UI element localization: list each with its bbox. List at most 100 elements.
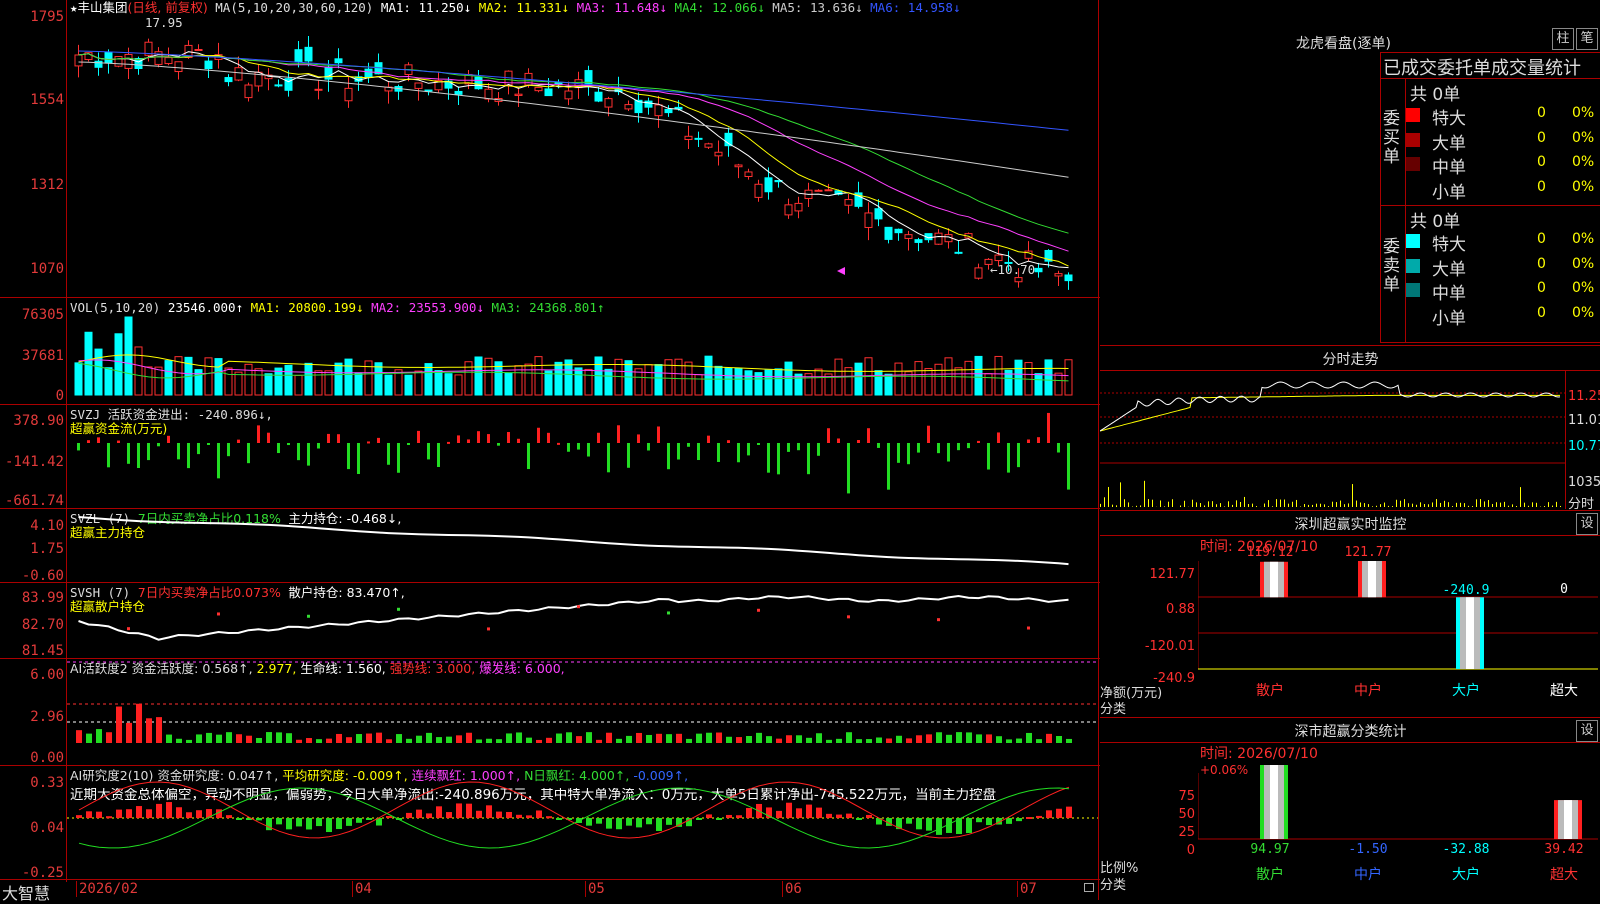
volume-bar — [245, 364, 252, 395]
sz-monitor-panel: 时间: 2026/07/10 121.77 0.88 -120.01 -240.… — [1100, 536, 1600, 716]
buy-order-label: 委买单 — [1383, 110, 1401, 167]
volume-tick — [1544, 506, 1545, 507]
activity-bar — [516, 732, 522, 743]
color-swatch — [1406, 259, 1420, 273]
order-row: 大单00% — [1406, 129, 1600, 151]
activity-bar — [886, 739, 892, 743]
volume-tick — [1476, 499, 1477, 507]
ma5-value: 13.636↓ — [810, 0, 863, 15]
sz-class-chart[interactable]: 94.97散户-1.50中户-32.88大户39.42超大 — [1198, 743, 1598, 900]
volume-bar — [695, 375, 702, 395]
flow-bar — [397, 443, 400, 473]
candle — [515, 94, 522, 95]
volume-tick — [1372, 506, 1373, 507]
volume-tick — [1240, 502, 1241, 507]
research-bar — [906, 818, 912, 824]
main-holding-chart[interactable] — [67, 509, 1098, 582]
volume-tick — [1100, 504, 1101, 507]
sz-class-settings-button[interactable]: 设 — [1576, 720, 1598, 742]
candle — [935, 233, 942, 244]
retail-holding-chart[interactable] — [67, 583, 1098, 658]
ai-activity-chart[interactable]: ↑↑ — [67, 659, 1098, 765]
volume-tick — [1536, 503, 1537, 507]
lock-icon[interactable] — [1084, 883, 1094, 892]
volume-tick — [1328, 506, 1329, 507]
volume-tick — [1404, 499, 1405, 507]
volume-bar — [485, 358, 492, 395]
order-row: 大单00% — [1406, 255, 1600, 277]
color-swatch — [1406, 234, 1420, 248]
holding-dot — [937, 618, 940, 621]
volume-bar — [375, 363, 382, 395]
vol-ma1: MA1: 20800.199↓ — [251, 300, 364, 315]
chart-area[interactable]: ★丰山集团(日线, 前复权) MA(5,10,20,30,60,120) MA1… — [0, 0, 1100, 900]
candle — [695, 138, 702, 139]
flow-bar — [817, 443, 820, 456]
svsh-axis-3: 81.45 — [0, 644, 64, 658]
ai-research-chart[interactable] — [67, 766, 1098, 879]
flow-bar — [117, 441, 120, 443]
volume-tick — [1524, 503, 1525, 507]
intraday-chart[interactable] — [1100, 371, 1565, 509]
research-bar — [136, 806, 142, 818]
flow-bar — [477, 431, 480, 443]
volume-tick — [1304, 504, 1305, 507]
order-percent: 0% — [1572, 154, 1594, 170]
main-holding-line — [79, 517, 1069, 564]
fund-flow-chart[interactable] — [67, 405, 1098, 508]
volume-tick — [1472, 506, 1473, 507]
activity-bar — [686, 739, 692, 743]
kline-chart[interactable] — [67, 16, 1098, 296]
volume-tick — [1360, 502, 1361, 507]
order-row: 小单00% — [1406, 304, 1600, 326]
bar-mode-button[interactable]: 柱 — [1552, 28, 1574, 50]
candle — [325, 67, 332, 79]
research-bar — [586, 818, 592, 826]
order-count: 0 — [1537, 154, 1546, 170]
order-percent: 0% — [1572, 179, 1594, 195]
sz-xlabel: 分类 — [1100, 698, 1126, 717]
net-bar-highlight — [1270, 562, 1278, 597]
ma2-value: 11.331↓ — [516, 0, 569, 15]
activity-bar — [726, 737, 732, 743]
volume-tick — [1556, 502, 1557, 507]
category-label: 大户 — [1452, 682, 1480, 699]
holding-dot — [847, 615, 850, 618]
activity-bar — [186, 740, 192, 743]
activity-bar — [1036, 739, 1042, 743]
activity-bar — [96, 729, 102, 743]
volume-chart[interactable] — [67, 315, 1098, 397]
candle — [565, 91, 572, 99]
longhu-header: 已成交委托单成交量统计 — [1383, 54, 1581, 80]
sz-monitor-settings-button[interactable]: 设 — [1576, 513, 1598, 535]
research-bar — [746, 808, 752, 818]
candle — [315, 89, 322, 90]
intraday-panel[interactable]: 11.25 11.01 10.77 1035 分时 — [1100, 371, 1600, 509]
volume-tick — [1296, 500, 1297, 507]
volume-bar — [775, 369, 782, 395]
flow-bar — [1017, 443, 1020, 467]
volume-tick — [1488, 500, 1489, 507]
svzj-axis-2: -141.42 — [0, 455, 64, 469]
period-label[interactable]: (日线, 前复权) — [128, 0, 208, 15]
flow-bar — [147, 443, 150, 460]
research-bar — [716, 818, 722, 820]
research-bar — [866, 815, 872, 818]
activity-bar — [826, 740, 832, 743]
volume-tick — [1224, 506, 1225, 507]
research-bar — [606, 818, 612, 829]
activity-bar — [276, 732, 282, 743]
candle — [205, 61, 212, 68]
fenshi-axis-2: 11.01 — [1568, 413, 1600, 428]
stock-name[interactable]: 丰山集团 — [78, 0, 128, 15]
activity-bar — [116, 707, 122, 743]
flow-bar — [637, 434, 640, 443]
date-tick-4: 06 — [782, 881, 802, 897]
order-count: 0 — [1537, 305, 1546, 321]
value-label: 121.77 — [1345, 545, 1392, 560]
sz-monitor-chart[interactable]: 119.12散户121.77中户-240.9大户0超大 — [1198, 536, 1598, 716]
volume-tick — [1520, 487, 1521, 507]
tick-mode-button[interactable]: 笔 — [1576, 28, 1598, 50]
order-row: 特大00% — [1406, 104, 1600, 126]
activity-bar — [906, 738, 912, 743]
